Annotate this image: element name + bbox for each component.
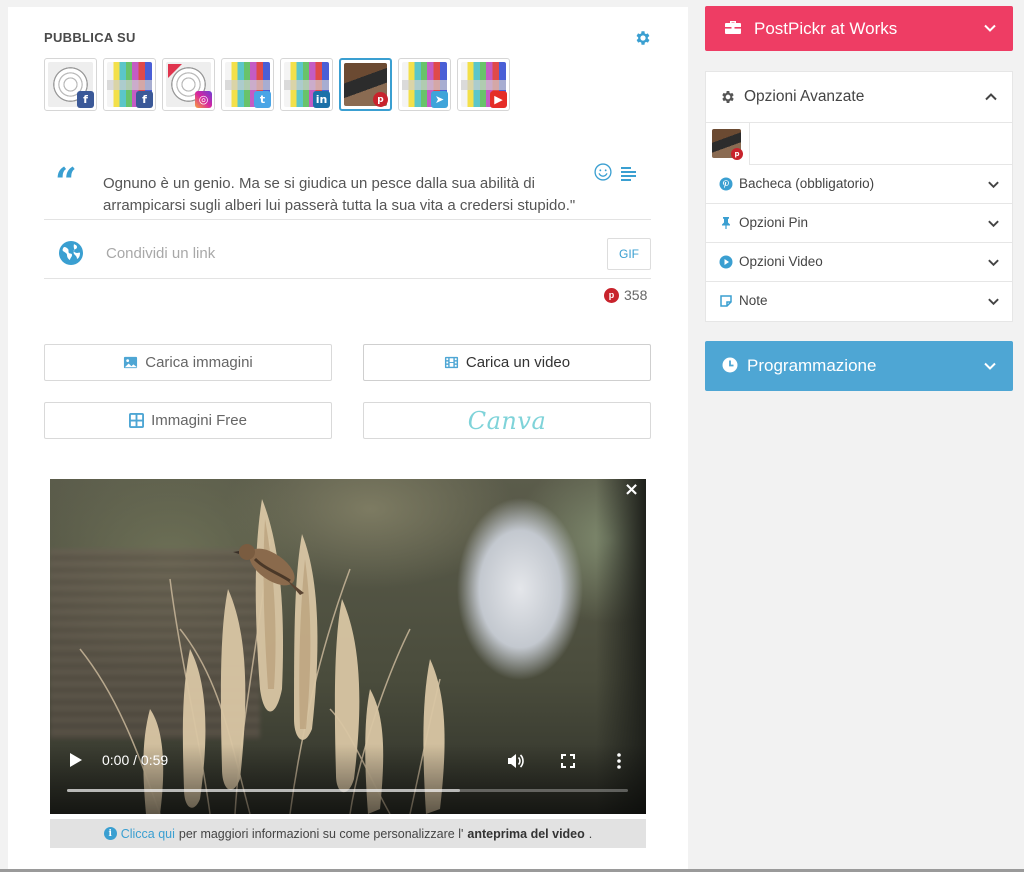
briefcase-icon — [725, 21, 741, 34]
chevron-down-icon — [988, 220, 999, 228]
char-count: 358 — [624, 287, 648, 303]
emoji-icon[interactable] — [593, 162, 613, 182]
advanced-options-header[interactable]: Opzioni Avanzate — [706, 72, 1012, 123]
account-facebook-1[interactable]: f — [44, 58, 97, 111]
account-pinterest-selected[interactable]: p — [339, 58, 392, 111]
advanced-options-label: Opzioni Avanzate — [744, 88, 865, 105]
chevron-down-icon — [984, 362, 996, 370]
free-images-label: Immagini Free — [151, 412, 247, 429]
play-icon[interactable] — [70, 753, 82, 767]
pinterest-icon: p — [373, 92, 388, 107]
link-row: GIF — [44, 221, 651, 279]
account-instagram[interactable]: ◎ — [162, 58, 215, 111]
video-buffered — [67, 789, 460, 792]
video-progress-bar[interactable] — [67, 789, 628, 792]
chevron-down-icon — [984, 24, 996, 32]
pinterest-icon: p — [604, 287, 619, 303]
info-icon: i — [103, 827, 117, 840]
option-pin[interactable]: Opzioni Pin — [706, 204, 1012, 243]
quote-icon: “ — [55, 159, 77, 204]
corner-flag-icon — [168, 64, 182, 78]
postpickr-at-works-bar[interactable]: PostPickr at Works — [705, 6, 1013, 51]
text-align-icon[interactable] — [620, 165, 638, 183]
fullscreen-icon[interactable] — [561, 754, 575, 768]
option-video-label: Opzioni Video — [739, 254, 823, 269]
pushpin-icon — [722, 217, 730, 229]
grid-icon — [129, 413, 145, 428]
pinterest-icon: p — [731, 148, 743, 160]
video-time: 0:00 / 0:59 — [102, 752, 169, 768]
play-circle-icon — [719, 255, 733, 269]
volume-icon[interactable] — [506, 752, 524, 770]
option-board-label: Bacheca (obbligatorio) — [739, 176, 875, 191]
upload-images-label: Carica immagini — [145, 354, 253, 371]
pinterest-char-counter: p 358 — [604, 287, 647, 303]
globe-icon — [59, 241, 83, 265]
more-options-icon[interactable] — [616, 753, 622, 769]
chevron-up-icon — [985, 93, 997, 101]
account-linkedin[interactable]: in — [280, 58, 333, 111]
telegram-icon: ➤ — [431, 91, 448, 108]
scheduling-label: Programmazione — [747, 356, 877, 375]
option-board[interactable]: Bacheca (obbligatorio) — [706, 165, 1012, 204]
composer-panel: PUBBLICA SU f f ◎ t in p ➤ ▶ “ Ognuno è … — [8, 7, 688, 872]
account-selector: f f ◎ t in p ➤ ▶ — [44, 58, 510, 112]
post-text[interactable]: Ognuno è un genio. Ma se si giudica un p… — [103, 173, 583, 217]
info-text: per maggiori informazioni su come person… — [178, 826, 464, 841]
chevron-down-icon — [988, 181, 999, 189]
upload-images-button[interactable]: Carica immagini — [44, 344, 332, 381]
video-preview[interactable]: × 0:00 / 0:59 — [50, 479, 646, 814]
close-video-icon[interactable]: × — [624, 481, 639, 499]
canva-button[interactable]: Canva — [363, 402, 651, 439]
gif-button[interactable]: GIF — [607, 238, 651, 270]
account-facebook-2[interactable]: f — [103, 58, 156, 111]
clock-icon — [722, 357, 738, 373]
pinterest-icon — [719, 177, 733, 191]
video-info-bar: i Clicca qui per maggiori informazioni s… — [50, 819, 646, 848]
account-tab-pinterest[interactable]: p — [706, 123, 750, 165]
option-notes[interactable]: Note — [706, 282, 1012, 321]
free-images-button[interactable]: Immagini Free — [44, 402, 332, 439]
info-bold-text: anteprima del video — [467, 826, 585, 841]
account-avatar: p — [712, 129, 743, 160]
share-link-input[interactable] — [106, 241, 586, 265]
upload-video-button[interactable]: Carica un video — [363, 344, 651, 381]
image-icon — [124, 356, 138, 369]
account-twitter[interactable]: t — [221, 58, 274, 111]
post-text-area[interactable]: “ Ognuno è un genio. Ma se si giudica un… — [44, 150, 651, 220]
note-icon — [720, 295, 732, 307]
info-text-end: . — [588, 826, 593, 841]
option-pin-label: Opzioni Pin — [739, 215, 809, 230]
works-label: PostPickr at Works — [754, 19, 898, 38]
linkedin-icon: in — [313, 91, 330, 108]
canva-logo: Canva — [467, 406, 547, 435]
film-icon — [444, 356, 458, 369]
gear-icon — [722, 91, 734, 103]
upload-video-label: Carica un video — [465, 354, 571, 371]
chevron-down-icon — [988, 259, 999, 267]
option-video[interactable]: Opzioni Video — [706, 243, 1012, 282]
publish-on-title: PUBBLICA SU — [44, 30, 136, 45]
account-youtube[interactable]: ▶ — [457, 58, 510, 111]
facebook-icon: f — [77, 91, 94, 108]
info-link[interactable]: Clicca qui — [121, 827, 175, 841]
chevron-down-icon — [988, 298, 999, 306]
youtube-icon: ▶ — [490, 91, 507, 108]
account-telegram[interactable]: ➤ — [398, 58, 451, 111]
settings-gear-icon[interactable] — [634, 29, 652, 47]
scheduling-bar[interactable]: Programmazione — [705, 341, 1013, 391]
instagram-icon: ◎ — [195, 91, 212, 108]
twitter-icon: t — [254, 91, 271, 108]
option-notes-label: Note — [739, 293, 768, 308]
advanced-options-panel: Opzioni Avanzate p Bacheca (obbligatorio… — [705, 71, 1013, 322]
facebook-icon: f — [136, 91, 153, 108]
